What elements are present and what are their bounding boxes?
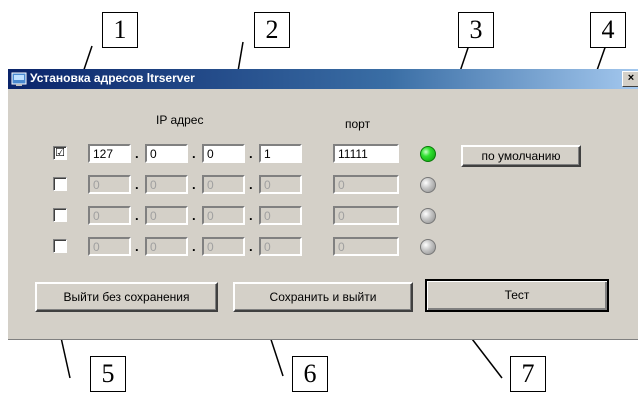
ip-dot: .: [192, 177, 196, 192]
ip-dot: .: [135, 146, 139, 161]
enable-checkbox-4[interactable]: [53, 239, 67, 253]
ip-octet-2-4[interactable]: 0: [259, 175, 302, 194]
ip-octet-2-2[interactable]: 0: [145, 175, 188, 194]
callout-1: 1: [102, 12, 138, 48]
window-title: Установка адресов ltrserver: [30, 71, 195, 85]
callout-4: 4: [590, 12, 626, 48]
callout-3: 3: [458, 12, 494, 48]
ip-dot: .: [192, 208, 196, 223]
enable-checkbox-1[interactable]: ☑: [53, 146, 67, 160]
enable-checkbox-2[interactable]: [53, 177, 67, 191]
port-header: порт: [345, 117, 371, 131]
ip-dot: .: [135, 239, 139, 254]
status-led-3: [420, 208, 436, 224]
ip-octet-4-3[interactable]: 0: [202, 237, 245, 256]
title-bar: Установка адресов ltrserver ×: [8, 69, 638, 89]
status-led-2: [420, 177, 436, 193]
callout-6: 6: [292, 356, 328, 392]
ip-dot: .: [135, 208, 139, 223]
default-button[interactable]: по умолчанию: [461, 145, 581, 167]
ip-dot: .: [249, 177, 253, 192]
status-led-1-connected: [420, 146, 436, 162]
port-field-4[interactable]: 0: [333, 237, 399, 256]
ip-octet-4-1[interactable]: 0: [88, 237, 131, 256]
callout-2: 2: [254, 12, 290, 48]
save-and-exit-button[interactable]: Сохранить и выйти: [233, 282, 413, 312]
ip-dot: .: [249, 239, 253, 254]
ip-octet-1-3[interactable]: 0: [202, 144, 245, 163]
close-button[interactable]: ×: [622, 71, 638, 87]
ip-dot: .: [249, 146, 253, 161]
status-led-4: [420, 239, 436, 255]
close-icon: ×: [627, 72, 635, 84]
exit-without-save-button[interactable]: Выйти без сохранения: [35, 282, 218, 312]
enable-checkbox-3[interactable]: [53, 208, 67, 222]
ip-octet-3-1[interactable]: 0: [88, 206, 131, 225]
ip-octet-2-3[interactable]: 0: [202, 175, 245, 194]
ip-octet-1-4[interactable]: 1: [259, 144, 302, 163]
ip-octet-3-2[interactable]: 0: [145, 206, 188, 225]
ip-dot: .: [135, 177, 139, 192]
ip-octet-1-2[interactable]: 0: [145, 144, 188, 163]
ip-octet-3-4[interactable]: 0: [259, 206, 302, 225]
test-button[interactable]: Тест: [425, 279, 609, 312]
port-field-2[interactable]: 0: [333, 175, 399, 194]
ip-octet-4-4[interactable]: 0: [259, 237, 302, 256]
port-field-3[interactable]: 0: [333, 206, 399, 225]
ip-dot: .: [249, 208, 253, 223]
ip-dot: .: [192, 146, 196, 161]
address-settings-dialog: Установка адресов ltrserver × IP адрес п…: [8, 69, 638, 340]
callout-7: 7: [510, 356, 546, 392]
port-field-1[interactable]: 11111: [333, 144, 399, 163]
callout-5: 5: [90, 356, 126, 392]
ip-octet-4-2[interactable]: 0: [145, 237, 188, 256]
ip-octet-2-1[interactable]: 0: [88, 175, 131, 194]
ip-octet-3-3[interactable]: 0: [202, 206, 245, 225]
app-icon: [11, 72, 27, 86]
ip-dot: .: [192, 239, 196, 254]
ip-octet-1-1[interactable]: 127: [88, 144, 131, 163]
ip-header: IP адрес: [156, 113, 204, 127]
